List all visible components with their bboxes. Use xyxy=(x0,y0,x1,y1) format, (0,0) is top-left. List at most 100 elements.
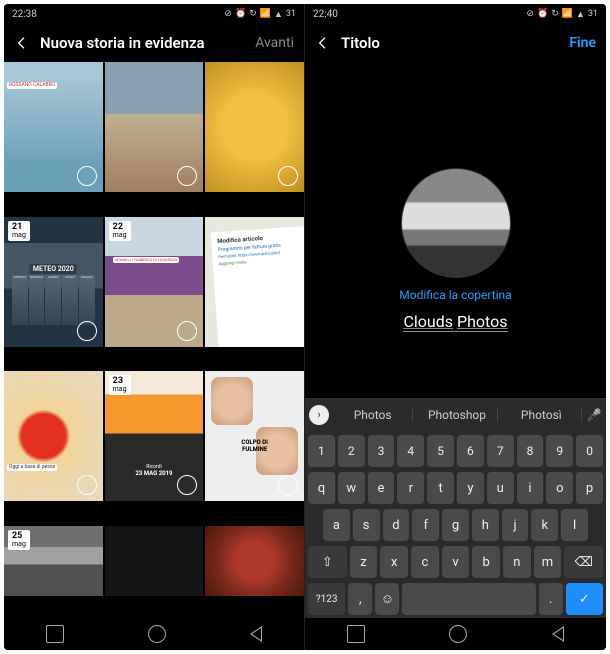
right-header: Titolo Fine xyxy=(305,24,606,62)
story-cell[interactable]: 22mag ARANELLI FABBRICA DI LIQUIRIZIA xyxy=(105,217,204,347)
battery-pct: 31 xyxy=(286,9,296,19)
select-ring[interactable] xyxy=(177,475,197,495)
space-key[interactable] xyxy=(402,583,535,615)
key[interactable]: c xyxy=(411,546,439,578)
alarm-icon: ⏰ xyxy=(235,9,246,19)
mic-icon[interactable]: 🎤 xyxy=(586,408,602,422)
comma-key[interactable]: , xyxy=(348,583,372,615)
next-button[interactable]: Avanti xyxy=(255,35,294,51)
story-cell[interactable] xyxy=(105,62,204,192)
done-button[interactable]: Fine xyxy=(569,35,596,51)
key[interactable]: 6 xyxy=(457,435,484,467)
date-badge: 22mag xyxy=(109,221,131,241)
suggestion-expand-icon[interactable]: › xyxy=(309,405,329,425)
key[interactable]: 9 xyxy=(546,435,573,467)
key[interactable]: 4 xyxy=(397,435,424,467)
dnd-icon: ⊘ xyxy=(224,9,232,19)
back-arrow-right[interactable] xyxy=(315,35,331,51)
select-ring[interactable] xyxy=(278,475,298,495)
key[interactable]: d xyxy=(383,509,410,541)
key[interactable]: l xyxy=(561,509,588,541)
suggestion[interactable]: Photoshop xyxy=(417,408,497,422)
story-cell[interactable] xyxy=(205,62,304,192)
key[interactable]: b xyxy=(472,546,500,578)
select-ring[interactable] xyxy=(77,475,97,495)
story-cell[interactable] xyxy=(205,526,304,596)
story-cell[interactable]: 25mag xyxy=(4,526,103,596)
select-ring[interactable] xyxy=(177,321,197,341)
date-badge: 23mag xyxy=(109,375,131,395)
select-ring[interactable] xyxy=(77,166,97,186)
key[interactable]: o xyxy=(546,472,573,504)
left-header: Nuova storia in evidenza Avanti xyxy=(4,24,304,62)
suggestion-bar: › Photos Photoshop Photosì 🎤 xyxy=(305,398,606,430)
key[interactable]: e xyxy=(368,472,395,504)
key[interactable]: j xyxy=(502,509,529,541)
emoji-key[interactable]: ☺ xyxy=(375,583,399,615)
key[interactable]: 8 xyxy=(517,435,544,467)
home-button[interactable] xyxy=(449,625,467,643)
key[interactable]: y xyxy=(457,472,484,504)
key[interactable]: h xyxy=(472,509,499,541)
edit-cover-link[interactable]: Modifica la copertina xyxy=(399,288,511,302)
key[interactable]: f xyxy=(412,509,439,541)
recents-button[interactable] xyxy=(347,625,365,643)
home-button[interactable] xyxy=(148,625,166,643)
story-cell[interactable]: Oggi a base di pesce xyxy=(4,371,103,501)
recents-button[interactable] xyxy=(46,625,64,643)
left-title: Nuova storia in evidenza xyxy=(40,34,245,52)
select-ring[interactable] xyxy=(77,321,97,341)
highlight-title-input[interactable]: Clouds Photos xyxy=(403,312,507,332)
key[interactable]: 0 xyxy=(576,435,603,467)
key[interactable]: u xyxy=(487,472,514,504)
suggestion[interactable]: Photos xyxy=(333,408,413,422)
select-ring[interactable] xyxy=(278,166,298,186)
key[interactable]: s xyxy=(353,509,380,541)
key[interactable]: q xyxy=(308,472,335,504)
key[interactable]: 3 xyxy=(368,435,395,467)
kb-row-1: q w e r t y u i o p xyxy=(308,472,603,504)
key[interactable]: t xyxy=(427,472,454,504)
enter-key[interactable]: ✓ xyxy=(566,583,603,615)
android-navbar-right xyxy=(305,618,606,650)
key[interactable]: z xyxy=(350,546,378,578)
android-navbar-left xyxy=(4,618,304,650)
key[interactable]: 7 xyxy=(487,435,514,467)
story-cell[interactable]: COLPO DI FULMINE xyxy=(205,371,304,501)
key[interactable]: n xyxy=(503,546,531,578)
key[interactable]: r xyxy=(397,472,424,504)
status-bar-left: 22:38 ⊘ ⏰ ↻ 📶 ▲ 31 xyxy=(4,4,304,24)
key[interactable]: x xyxy=(380,546,408,578)
key[interactable]: 5 xyxy=(427,435,454,467)
headline-label: COLPO DI FULMINE xyxy=(230,439,279,453)
select-ring[interactable] xyxy=(177,166,197,186)
backspace-key[interactable]: ⌫ xyxy=(564,546,603,578)
story-cell[interactable]: ROSSANO CALABRO xyxy=(4,62,103,192)
story-cell[interactable]: 21mag METEO 2020 GENNAIOFEBBRAIOMARZOAPR… xyxy=(4,217,103,347)
signal-icon: ▲ xyxy=(274,9,283,20)
back-arrow-left[interactable] xyxy=(14,35,30,51)
key[interactable]: 2 xyxy=(338,435,365,467)
key[interactable]: 1 xyxy=(308,435,335,467)
story-cell[interactable]: Modifica articolo Programmi per fatture … xyxy=(205,217,304,347)
suggestion[interactable]: Photosì xyxy=(502,408,582,422)
story-cell[interactable]: 23mag Ricordi 23 MAG 2019 xyxy=(105,371,204,501)
key[interactable]: k xyxy=(531,509,558,541)
key[interactable]: p xyxy=(576,472,603,504)
back-button[interactable] xyxy=(552,626,564,642)
status-time: 22:40 xyxy=(313,9,338,20)
key[interactable]: g xyxy=(442,509,469,541)
key[interactable]: v xyxy=(442,546,470,578)
key[interactable]: w xyxy=(338,472,365,504)
story-cell[interactable] xyxy=(105,526,204,596)
wifi-icon: 📶 xyxy=(562,9,573,19)
key[interactable]: a xyxy=(323,509,350,541)
symbols-key[interactable]: ?123 xyxy=(308,583,345,615)
period-key[interactable]: . xyxy=(539,583,563,615)
key[interactable]: m xyxy=(534,546,562,578)
shift-key[interactable]: ⇧ xyxy=(308,546,347,578)
cover-preview[interactable] xyxy=(401,168,511,278)
key[interactable]: i xyxy=(517,472,544,504)
back-button[interactable] xyxy=(250,626,262,642)
story-grid[interactable]: ROSSANO CALABRO 21mag METEO 2020 GENNAIO… xyxy=(4,62,304,618)
